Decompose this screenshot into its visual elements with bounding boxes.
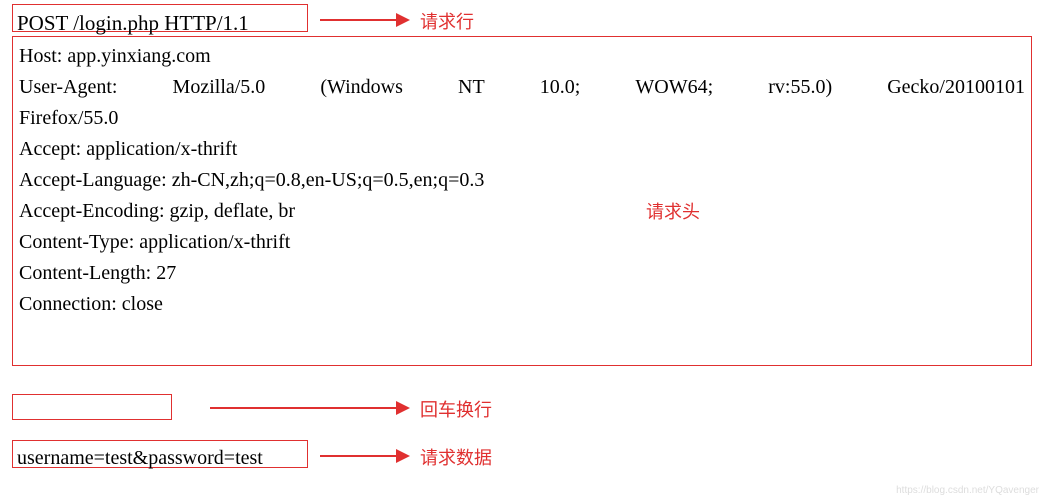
crlf-box — [12, 394, 172, 420]
arrow-line — [320, 455, 396, 457]
request-body-box: username=test&password=test — [12, 440, 308, 468]
ua-5: WOW64; — [635, 72, 713, 103]
ua-4: 10.0; — [540, 72, 581, 103]
ua-2: (Windows — [320, 72, 403, 103]
watermark: https://blog.csdn.net/YQavenger — [896, 485, 1039, 496]
request-line-text: POST /login.php HTTP/1.1 — [17, 7, 303, 40]
label-headers: 请求头 — [646, 198, 700, 224]
ua-7: Gecko/20100101 — [887, 72, 1025, 103]
label-crlf: 回车换行 — [420, 396, 492, 422]
ua-6: rv:55.0) — [768, 72, 832, 103]
ua-1: Mozilla/5.0 — [173, 72, 266, 103]
header-connection: Connection: close — [19, 289, 1025, 320]
header-accept: Accept: application/x-thrift — [19, 134, 1025, 165]
arrow-crlf — [210, 401, 410, 415]
ua-3: NT — [458, 72, 485, 103]
header-content-type: Content-Type: application/x-thrift — [19, 227, 1025, 258]
arrow-head-icon — [396, 449, 410, 463]
arrow-head-icon — [396, 401, 410, 415]
header-accept-encoding: Accept-Encoding: gzip, deflate, br — [19, 196, 1025, 227]
arrow-body — [320, 449, 410, 463]
header-content-length: Content-Length: 27 — [19, 258, 1025, 289]
ua-0: User-Agent: — [19, 72, 117, 103]
arrow-request-line — [320, 13, 410, 27]
request-line-box: POST /login.php HTTP/1.1 — [12, 4, 308, 32]
header-user-agent-tail: Firefox/55.0 — [19, 103, 1025, 134]
arrow-line — [320, 19, 396, 21]
arrow-head-icon — [396, 13, 410, 27]
request-body-text: username=test&password=test — [17, 443, 303, 474]
headers-box: Host: app.yinxiang.com User-Agent: Mozil… — [12, 36, 1032, 366]
header-host: Host: app.yinxiang.com — [19, 41, 1025, 72]
header-user-agent: User-Agent: Mozilla/5.0 (Windows NT 10.0… — [19, 72, 1025, 103]
arrow-line — [210, 407, 396, 409]
label-request-line: 请求行 — [420, 8, 474, 34]
header-accept-language: Accept-Language: zh-CN,zh;q=0.8,en-US;q=… — [19, 165, 1025, 196]
label-body: 请求数据 — [420, 444, 492, 470]
